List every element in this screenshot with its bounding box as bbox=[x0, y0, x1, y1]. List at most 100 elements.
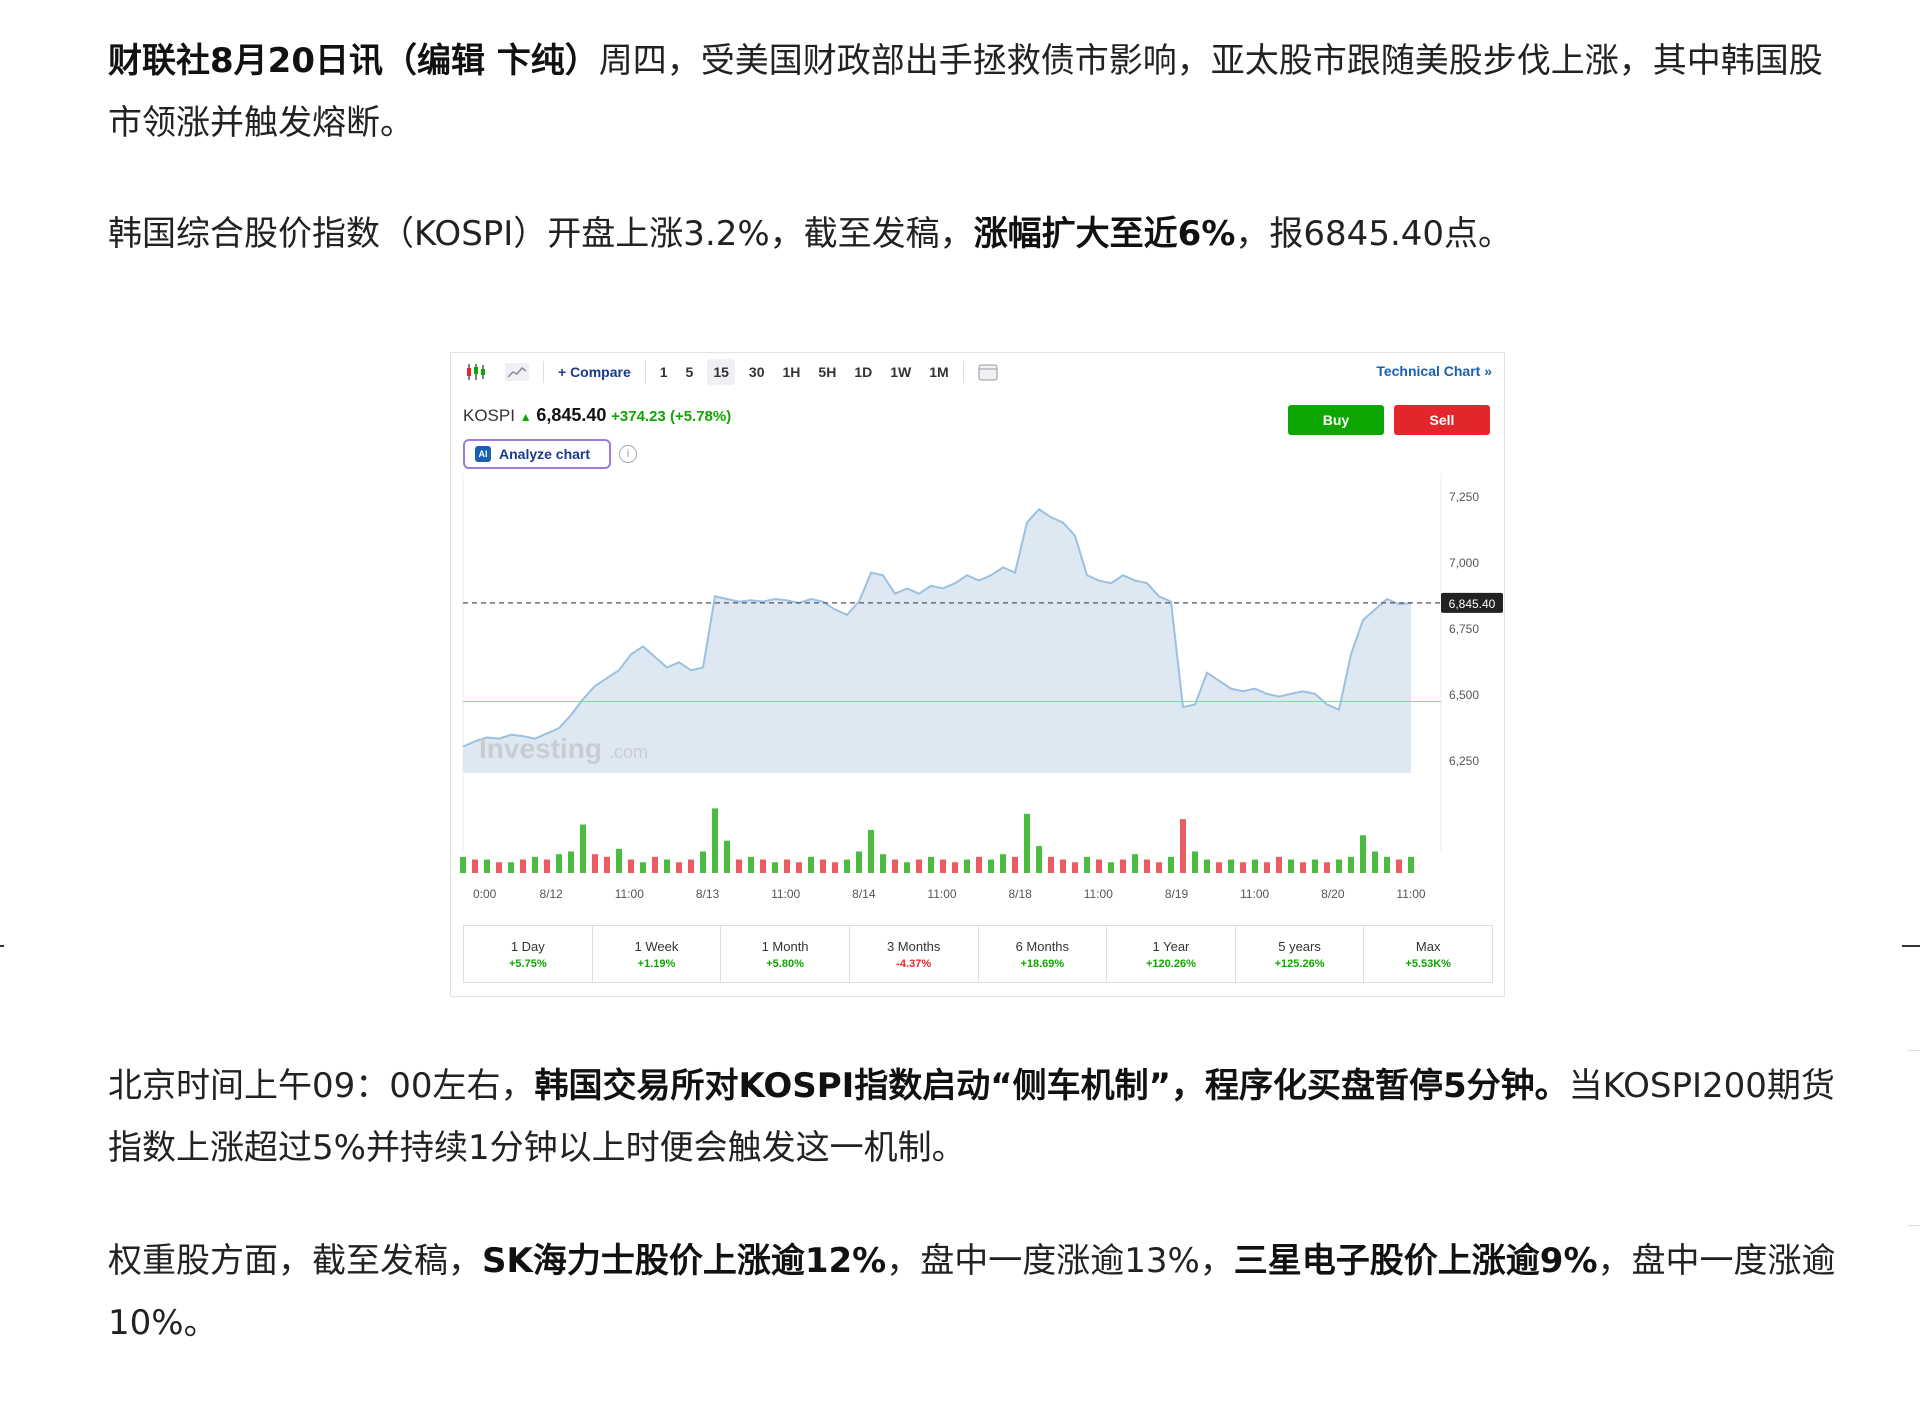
calendar-icon[interactable] bbox=[974, 359, 1002, 385]
interval-1[interactable]: 1 bbox=[656, 359, 672, 385]
volume-bar bbox=[700, 851, 706, 873]
volume-bar bbox=[484, 859, 490, 873]
interval-5[interactable]: 5 bbox=[682, 359, 698, 385]
y-tick-label: 6,250 bbox=[1449, 754, 1479, 768]
volume-bar bbox=[580, 824, 586, 873]
volume-bar bbox=[1276, 856, 1282, 873]
period-6-months[interactable]: 6 Months +18.69% bbox=[979, 926, 1108, 982]
volume-bar bbox=[760, 859, 766, 873]
volume-bar bbox=[1108, 862, 1114, 873]
volume-bar bbox=[1024, 813, 1030, 873]
period-change: +1.19% bbox=[637, 957, 676, 970]
volume-bar bbox=[568, 851, 574, 873]
volume-bar bbox=[1264, 862, 1270, 873]
dateline: 财联社8月20日讯（编辑 卞纯） bbox=[108, 41, 599, 81]
samsung-highlight: 三星电子股价上涨逾9% bbox=[1233, 1241, 1598, 1281]
volume-bar bbox=[868, 829, 874, 873]
interval-1d[interactable]: 1D bbox=[850, 359, 876, 385]
period-1-week[interactable]: 1 Week +1.19% bbox=[593, 926, 722, 982]
sidecar-highlight: 韩国交易所对KOSPI指数启动“侧车机制”，程序化买盘暂停5分钟。 bbox=[534, 1066, 1569, 1106]
interval-1w[interactable]: 1W bbox=[886, 359, 915, 385]
volume-bar bbox=[1240, 862, 1246, 873]
volume-bar bbox=[640, 862, 646, 873]
volume-bar bbox=[1120, 859, 1126, 873]
analyze-chart-button[interactable]: AI Analyze chart bbox=[463, 439, 611, 469]
period-change: +5.53K% bbox=[1405, 957, 1451, 970]
volume-bar bbox=[1216, 862, 1222, 873]
period-change: +120.26% bbox=[1146, 957, 1196, 970]
y-tick-label: 7,250 bbox=[1449, 490, 1479, 504]
volume-bar bbox=[1372, 851, 1378, 873]
y-tick-label: 6,750 bbox=[1449, 622, 1479, 636]
y-tick-label: 6,500 bbox=[1449, 688, 1479, 702]
x-tick-label: 0:00 bbox=[473, 887, 497, 901]
volume-bar bbox=[1204, 859, 1210, 873]
sk-hynix-highlight: SK海力士股价上涨逾12% bbox=[482, 1241, 887, 1281]
info-icon[interactable]: i bbox=[619, 445, 637, 463]
volume-bar bbox=[676, 862, 682, 873]
volume-bar bbox=[712, 808, 718, 873]
volume-bar bbox=[1228, 859, 1234, 873]
period-label: 1 Day bbox=[510, 938, 545, 954]
volume-bar bbox=[1048, 856, 1054, 873]
period-max[interactable]: Max +5.53K% bbox=[1364, 926, 1492, 982]
volume-bar bbox=[1132, 854, 1138, 873]
area-chart-icon[interactable] bbox=[501, 359, 533, 385]
period-1-day[interactable]: 1 Day +5.75% bbox=[464, 926, 593, 982]
x-tick-label: 8/14 bbox=[852, 887, 876, 901]
x-tick-label: 8/18 bbox=[1008, 887, 1032, 901]
period-label: 6 Months bbox=[1015, 938, 1070, 954]
period-5-years[interactable]: 5 years +125.26% bbox=[1236, 926, 1365, 982]
volume-bar bbox=[1252, 859, 1258, 873]
heavy-text-a: 权重股方面，截至发稿， bbox=[108, 1241, 482, 1281]
period-1-year[interactable]: 1 Year +120.26% bbox=[1107, 926, 1236, 982]
kospi-text-a: 韩国综合股价指数（KOSPI）开盘上涨3.2%，截至发稿， bbox=[108, 214, 974, 254]
buy-button[interactable]: Buy bbox=[1288, 405, 1384, 435]
period-label: 5 years bbox=[1278, 938, 1321, 954]
period-change: -4.37% bbox=[896, 957, 932, 970]
volume-bar bbox=[556, 854, 562, 873]
volume-bar bbox=[688, 859, 694, 873]
volume-bar bbox=[1300, 862, 1306, 873]
analyze-label: Analyze chart bbox=[499, 446, 591, 462]
symbol: KOSPI bbox=[463, 406, 515, 425]
interval-30[interactable]: 30 bbox=[745, 359, 769, 385]
performance-periods: 1 Day +5.75% 1 Week +1.19% 1 Month +5.80% 3 Mo… bbox=[463, 925, 1493, 983]
interval-15[interactable]: 15 bbox=[707, 359, 735, 385]
volume-bar bbox=[964, 859, 970, 873]
edge-marker-left bbox=[0, 945, 4, 947]
interval-1h[interactable]: 1H bbox=[779, 359, 805, 385]
volume-bar bbox=[796, 862, 802, 873]
volume-bar bbox=[664, 859, 670, 873]
period-label: 1 Week bbox=[634, 938, 679, 954]
period-3-months[interactable]: 3 Months -4.37% bbox=[850, 926, 979, 982]
quote-line: KOSPI ▲ 6,845.40 +374.23 (+5.78%) bbox=[463, 405, 731, 426]
interval-selector: 1 5 15 30 1H 5H 1D 1W 1M bbox=[646, 359, 953, 385]
compare-button[interactable]: + Compare bbox=[554, 359, 635, 385]
period-label: 1 Year bbox=[1152, 938, 1190, 954]
volume-bar bbox=[928, 856, 934, 873]
interval-5h[interactable]: 5H bbox=[814, 359, 840, 385]
price-area bbox=[463, 509, 1411, 773]
investing-watermark-suffix: .com bbox=[609, 742, 648, 762]
x-tick-label: 11:00 bbox=[1084, 887, 1113, 901]
edge-marker-right bbox=[1902, 945, 1920, 947]
volume-bar bbox=[508, 862, 514, 873]
candlestick-icon[interactable] bbox=[461, 359, 491, 385]
volume-bar bbox=[832, 862, 838, 873]
volume-bar bbox=[1072, 862, 1078, 873]
volume-bar bbox=[784, 859, 790, 873]
volume-bar bbox=[1396, 859, 1402, 873]
volume-bar bbox=[1312, 859, 1318, 873]
volume-bar bbox=[520, 859, 526, 873]
period-1-month[interactable]: 1 Month +5.80% bbox=[721, 926, 850, 982]
last-price: 6,845.40 bbox=[536, 405, 607, 425]
kospi-chart-widget: + Compare 1 5 15 30 1H 5H 1D 1W 1M Technical Cha… bbox=[450, 352, 1505, 997]
interval-1m[interactable]: 1M bbox=[925, 359, 952, 385]
volume-bar bbox=[916, 859, 922, 873]
period-change: +125.26% bbox=[1274, 957, 1325, 970]
sell-button[interactable]: Sell bbox=[1394, 405, 1490, 435]
technical-chart-link[interactable]: Technical Chart » bbox=[1376, 363, 1492, 379]
paragraph-sidecar: 北京时间上午09：00左右，韩国交易所对KOSPI指数启动“侧车机制”，程序化买… bbox=[108, 1055, 1853, 1179]
volume-bar bbox=[1180, 819, 1186, 873]
